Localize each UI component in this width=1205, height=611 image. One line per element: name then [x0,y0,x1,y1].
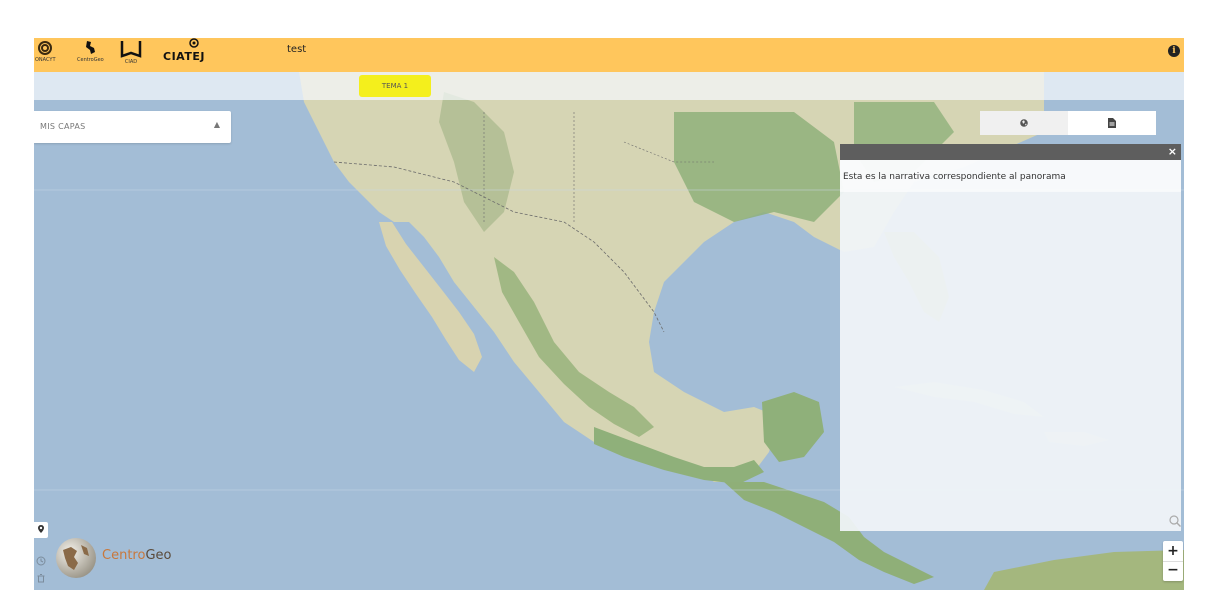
document-icon [1108,118,1116,128]
zoom-in-button[interactable]: + [1163,541,1183,562]
zoom-out-button[interactable]: − [1163,561,1183,581]
narrative-panel: × Esta es la narrativa correspondiente a… [840,144,1181,531]
document-view-button[interactable] [1068,111,1156,135]
centrogeo-wordmark-part2: Geo [145,548,172,563]
globe-icon [1020,119,1028,127]
ciad-logo: CIAD [120,40,142,65]
theme-tab-strip: TEMA 1 [34,72,1184,100]
clock-icon[interactable] [36,556,46,566]
narrative-panel-header: × [840,144,1181,160]
ciatej-logo-text: CIATEJ [163,50,205,63]
centrogeo-logo: CentroGeo [54,536,254,582]
centrogeo-wordmark-part1: Centro [102,548,146,563]
conacyt-logo: ONACYT [35,40,56,63]
centrogeo-small-logo: CentroGeo [77,40,104,63]
caret-up-icon: ▲ [213,120,220,129]
top-header-bar: ONACYT CentroGeo CIAD CIATEJ test i [34,38,1184,72]
narrative-text: Esta es la narrativa correspondiente al … [843,172,1066,182]
conacyt-logo-text: ONACYT [35,57,56,63]
ciad-logo-text: CIAD [124,59,138,65]
ciad-book-icon [120,41,142,58]
tab-tema-1[interactable]: TEMA 1 [359,75,431,97]
centrogeo-wordmark: CentroGeo [102,548,171,563]
layers-dropdown[interactable]: MIS CAPAS ▲ [34,111,231,143]
map-view-button[interactable] [980,111,1068,135]
info-icon[interactable]: i [1168,45,1180,57]
search-icon[interactable] [1168,514,1182,528]
view-toggle-group [980,111,1156,135]
globe-logo-icon [56,538,96,578]
zoom-controls: + − [1163,541,1183,581]
conacyt-emblem-icon [38,41,53,55]
trash-icon[interactable] [36,573,46,583]
map-app-frame: ONACYT CentroGeo CIAD CIATEJ test i TEMA… [34,38,1184,590]
layers-dropdown-label: MIS CAPAS [40,122,86,131]
narrative-text-box: Esta es la narrativa correspondiente al … [840,160,1181,192]
page-title: test [287,44,307,55]
centrogeo-small-logo-text: CentroGeo [77,57,104,63]
ciatej-logo: CIATEJ [161,38,205,63]
map-pin-icon [38,525,44,533]
location-pin-button[interactable] [34,522,48,538]
americas-map-icon [86,41,96,54]
close-icon[interactable]: × [1168,145,1177,158]
